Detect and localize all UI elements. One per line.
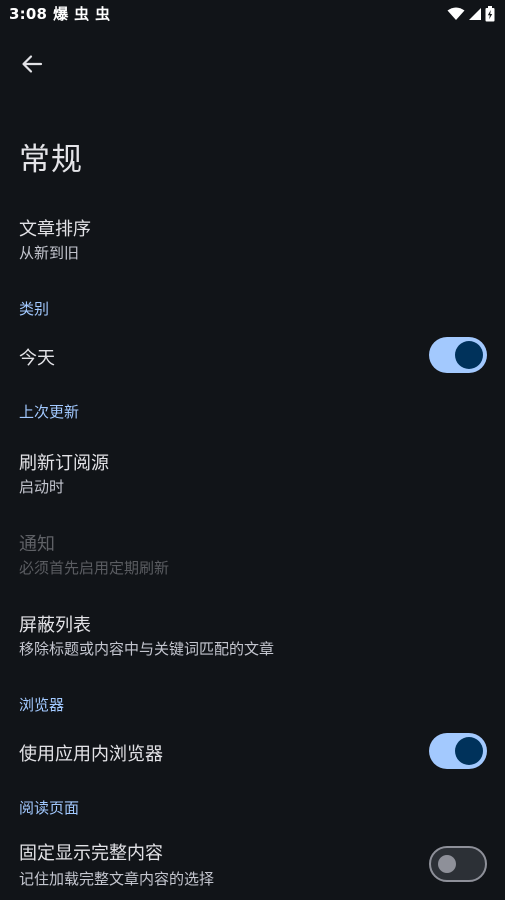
- pref-article-sort-title: 文章排序: [19, 219, 91, 240]
- pref-in-app-browser[interactable]: 使用应用内浏览器: [0, 723, 505, 779]
- switch-thumb: [455, 341, 483, 369]
- notification-icons: 爆 虫 虫: [53, 4, 111, 23]
- today-switch[interactable]: [429, 337, 487, 373]
- notification-bug-icon: 虫: [74, 4, 90, 23]
- pref-notifications-title: 通知: [19, 534, 55, 555]
- category-header-category: 类别: [19, 300, 50, 318]
- notification-app-icon: 爆: [53, 4, 69, 23]
- pref-notifications-summary: 必须首先启用定期刷新: [19, 559, 170, 577]
- pref-notifications: 通知 必须首先启用定期刷新: [0, 520, 505, 590]
- pref-refresh-sources-summary: 启动时: [19, 478, 65, 496]
- in-app-browser-switch[interactable]: [429, 733, 487, 769]
- notification-bug-icon: 虫: [95, 4, 111, 23]
- pref-block-list[interactable]: 屏蔽列表 移除标题或内容中与关键词匹配的文章: [0, 600, 505, 670]
- full-content-switch[interactable]: [429, 846, 487, 882]
- switch-thumb: [455, 737, 483, 765]
- back-button[interactable]: [14, 46, 50, 82]
- pref-full-content-summary: 记住加载完整文章内容的选择: [19, 870, 215, 888]
- pref-block-list-summary: 移除标题或内容中与关键词匹配的文章: [19, 640, 275, 658]
- pref-refresh-sources[interactable]: 刷新订阅源 启动时: [0, 440, 505, 510]
- pref-today[interactable]: 今天: [0, 327, 505, 383]
- pref-block-list-title: 屏蔽列表: [19, 615, 91, 636]
- pref-refresh-sources-title: 刷新订阅源: [19, 453, 109, 474]
- category-header-last-update: 上次更新: [19, 403, 80, 421]
- page-title: 常规: [19, 142, 83, 178]
- signal-icon: [469, 8, 481, 20]
- category-header-reading: 阅读页面: [19, 799, 80, 817]
- status-bar: 3:08 爆 虫 虫: [0, 0, 505, 28]
- category-header-browser: 浏览器: [19, 696, 65, 714]
- pref-full-content[interactable]: 固定显示完整内容 记住加载完整文章内容的选择: [0, 828, 505, 898]
- pref-full-content-title: 固定显示完整内容: [19, 843, 163, 864]
- arrow-back-icon: [22, 55, 43, 73]
- pref-today-title: 今天: [19, 348, 55, 369]
- system-icons: [447, 6, 495, 22]
- pref-article-sort[interactable]: 文章排序 从新到旧: [0, 205, 505, 275]
- pref-article-sort-summary: 从新到旧: [19, 244, 80, 262]
- switch-thumb: [438, 855, 456, 873]
- pref-in-app-browser-title: 使用应用内浏览器: [19, 744, 163, 765]
- settings-screen: 3:08 爆 虫 虫 常规 文章排序 从新到旧 类别 今天 上次更新 刷新订阅源…: [0, 0, 505, 900]
- status-time: 3:08: [9, 5, 48, 23]
- wifi-icon: [447, 7, 465, 20]
- battery-charging-icon: [485, 6, 495, 22]
